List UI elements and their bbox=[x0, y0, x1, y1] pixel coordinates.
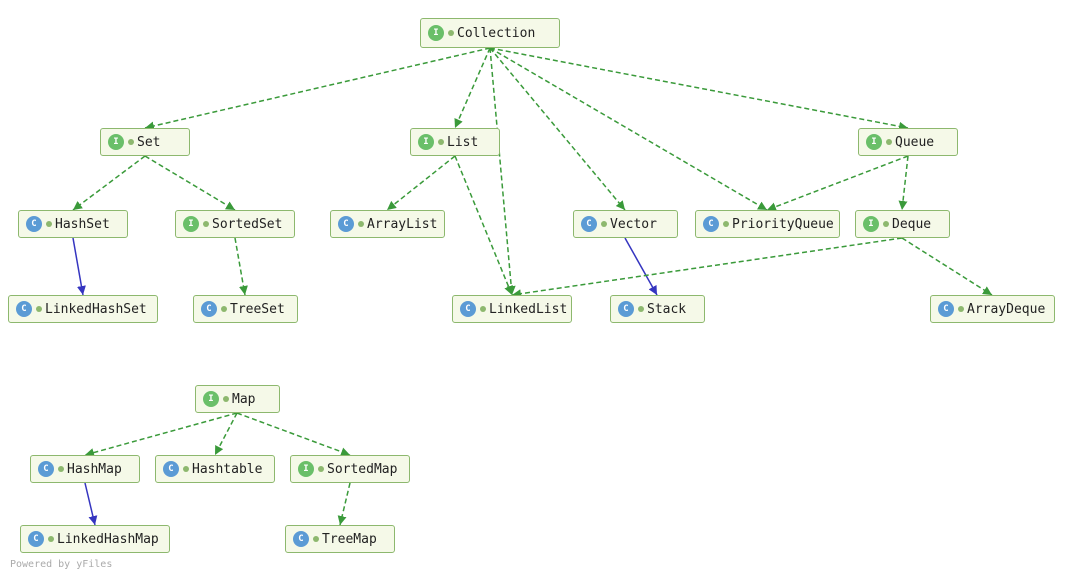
label-linkedhashset: LinkedHashSet bbox=[45, 302, 147, 317]
icon-deque: I bbox=[863, 216, 879, 232]
label-priorityqueue: PriorityQueue bbox=[732, 217, 834, 232]
label-map: Map bbox=[232, 392, 255, 407]
node-list[interactable]: I List bbox=[410, 128, 500, 156]
dot-sortedset bbox=[203, 221, 209, 227]
dot-treeset bbox=[221, 306, 227, 312]
dot-set bbox=[128, 139, 134, 145]
node-deque[interactable]: I Deque bbox=[855, 210, 950, 238]
icon-collection: I bbox=[428, 25, 444, 41]
node-hashmap[interactable]: C HashMap bbox=[30, 455, 140, 483]
watermark: Powered by yFiles bbox=[10, 559, 112, 570]
icon-hashmap: C bbox=[38, 461, 54, 477]
icon-hashtable: C bbox=[163, 461, 179, 477]
dot-treemap bbox=[313, 536, 319, 542]
dot-map bbox=[223, 396, 229, 402]
icon-treeset: C bbox=[201, 301, 217, 317]
node-vector[interactable]: C Vector bbox=[573, 210, 678, 238]
label-queue: Queue bbox=[895, 135, 934, 150]
node-set[interactable]: I Set bbox=[100, 128, 190, 156]
dot-queue bbox=[886, 139, 892, 145]
label-deque: Deque bbox=[892, 217, 931, 232]
dot-collection bbox=[448, 30, 454, 36]
icon-linkedhashmap: C bbox=[28, 531, 44, 547]
icon-vector: C bbox=[581, 216, 597, 232]
icon-linkedhashset: C bbox=[16, 301, 32, 317]
node-arraylist[interactable]: C ArrayList bbox=[330, 210, 445, 238]
label-linkedhashmap: LinkedHashMap bbox=[57, 532, 159, 547]
dot-linkedhashmap bbox=[48, 536, 54, 542]
dot-arraydeque bbox=[958, 306, 964, 312]
node-hashset[interactable]: C HashSet bbox=[18, 210, 128, 238]
node-priorityqueue[interactable]: C PriorityQueue bbox=[695, 210, 840, 238]
label-hashtable: Hashtable bbox=[192, 462, 262, 477]
label-hashmap: HashMap bbox=[67, 462, 122, 477]
icon-map: I bbox=[203, 391, 219, 407]
node-arraydeque[interactable]: C ArrayDeque bbox=[930, 295, 1055, 323]
dot-stack bbox=[638, 306, 644, 312]
icon-stack: C bbox=[618, 301, 634, 317]
dot-hashmap bbox=[58, 466, 64, 472]
dot-linkedhashset bbox=[36, 306, 42, 312]
dot-hashtable bbox=[183, 466, 189, 472]
dot-sortedmap bbox=[318, 466, 324, 472]
icon-sortedset: I bbox=[183, 216, 199, 232]
label-collection: Collection bbox=[457, 26, 535, 41]
label-hashset: HashSet bbox=[55, 217, 110, 232]
dot-arraylist bbox=[358, 221, 364, 227]
node-collection[interactable]: I Collection bbox=[420, 18, 560, 48]
icon-linkedlist: C bbox=[460, 301, 476, 317]
node-treemap[interactable]: C TreeMap bbox=[285, 525, 395, 553]
node-map[interactable]: I Map bbox=[195, 385, 280, 413]
node-sortedset[interactable]: I SortedSet bbox=[175, 210, 295, 238]
dot-priorityqueue bbox=[723, 221, 729, 227]
label-list: List bbox=[447, 135, 478, 150]
icon-arraylist: C bbox=[338, 216, 354, 232]
icon-priorityqueue: C bbox=[703, 216, 719, 232]
label-linkedlist: LinkedList bbox=[489, 302, 567, 317]
dot-list bbox=[438, 139, 444, 145]
icon-list: I bbox=[418, 134, 434, 150]
node-sortedmap[interactable]: I SortedMap bbox=[290, 455, 410, 483]
arrows-svg bbox=[0, 0, 1080, 578]
label-treemap: TreeMap bbox=[322, 532, 377, 547]
dot-deque bbox=[883, 221, 889, 227]
diagram-container: I Collection I Set I List I Queue C Hash… bbox=[0, 0, 1080, 578]
label-arraydeque: ArrayDeque bbox=[967, 302, 1045, 317]
node-linkedhashmap[interactable]: C LinkedHashMap bbox=[20, 525, 170, 553]
dot-hashset bbox=[46, 221, 52, 227]
label-arraylist: ArrayList bbox=[367, 217, 437, 232]
dot-linkedlist bbox=[480, 306, 486, 312]
icon-sortedmap: I bbox=[298, 461, 314, 477]
icon-arraydeque: C bbox=[938, 301, 954, 317]
label-treeset: TreeSet bbox=[230, 302, 285, 317]
label-stack: Stack bbox=[647, 302, 686, 317]
label-sortedset: SortedSet bbox=[212, 217, 282, 232]
node-queue[interactable]: I Queue bbox=[858, 128, 958, 156]
node-linkedhashset[interactable]: C LinkedHashSet bbox=[8, 295, 158, 323]
icon-hashset: C bbox=[26, 216, 42, 232]
dot-vector bbox=[601, 221, 607, 227]
node-linkedlist[interactable]: C LinkedList bbox=[452, 295, 572, 323]
icon-treemap: C bbox=[293, 531, 309, 547]
node-hashtable[interactable]: C Hashtable bbox=[155, 455, 275, 483]
label-set: Set bbox=[137, 135, 160, 150]
icon-queue: I bbox=[866, 134, 882, 150]
label-vector: Vector bbox=[610, 217, 657, 232]
node-treeset[interactable]: C TreeSet bbox=[193, 295, 298, 323]
icon-set: I bbox=[108, 134, 124, 150]
node-stack[interactable]: C Stack bbox=[610, 295, 705, 323]
label-sortedmap: SortedMap bbox=[327, 462, 397, 477]
